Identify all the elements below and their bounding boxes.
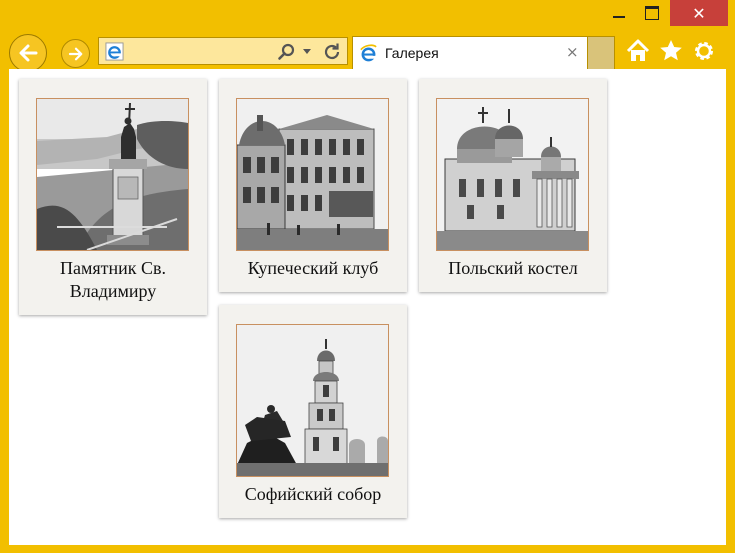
gallery-photo[interactable]: [236, 324, 389, 477]
gear-icon[interactable]: [691, 38, 717, 64]
gallery-photo[interactable]: [36, 98, 189, 251]
close-window-button[interactable]: ✕: [670, 0, 728, 26]
home-icon[interactable]: [625, 38, 651, 64]
address-bar[interactable]: [98, 37, 348, 65]
gallery-caption: Софийский собор: [244, 484, 382, 504]
gallery-item[interactable]: Софийский собор: [219, 305, 407, 518]
ie-logo-icon: [105, 42, 124, 61]
polish-church-photo: [437, 99, 588, 250]
gallery-caption: Польский костел: [448, 258, 578, 278]
navigation-bar: Галерея ×: [0, 30, 735, 72]
chevron-down-icon[interactable]: [303, 49, 311, 54]
gallery-photo[interactable]: [436, 98, 589, 251]
close-tab-button[interactable]: ×: [566, 43, 579, 61]
arrow-left-icon: [19, 44, 38, 62]
gallery-photo[interactable]: [236, 98, 389, 251]
refresh-icon[interactable]: [321, 41, 343, 63]
monument-photo: [37, 99, 188, 250]
ie-logo-icon: [360, 44, 377, 62]
gallery-item[interactable]: Польский костел: [419, 79, 607, 292]
gallery-caption: Купеческий клуб: [247, 258, 379, 278]
merchants-club-photo: [237, 99, 388, 250]
maximize-button[interactable]: [638, 0, 666, 26]
forward-button[interactable]: [61, 39, 90, 68]
star-icon[interactable]: [658, 38, 684, 64]
minimize-button[interactable]: [605, 0, 633, 26]
browser-window: ✕ Галерея × Памятник Св. Владимиру Купеч…: [0, 0, 735, 553]
gallery: Памятник Св. Владимиру Купеческий клуб П…: [9, 69, 726, 545]
gallery-item[interactable]: Памятник Св. Владимиру: [19, 79, 207, 315]
search-icon[interactable]: [277, 42, 297, 62]
page-content: Памятник Св. Владимиру Купеческий клуб П…: [9, 69, 726, 545]
sophia-cathedral-photo: [237, 325, 388, 476]
back-button[interactable]: [9, 34, 47, 72]
gallery-item[interactable]: Купеческий клуб: [219, 79, 407, 292]
tab-gallery[interactable]: Галерея ×: [352, 36, 588, 69]
gallery-caption: Памятник Св. Владимиру: [59, 258, 167, 301]
arrow-right-icon: [68, 47, 82, 60]
new-tab-button[interactable]: [588, 36, 615, 69]
title-bar: ✕: [0, 0, 735, 30]
tab-title: Галерея: [385, 45, 439, 61]
